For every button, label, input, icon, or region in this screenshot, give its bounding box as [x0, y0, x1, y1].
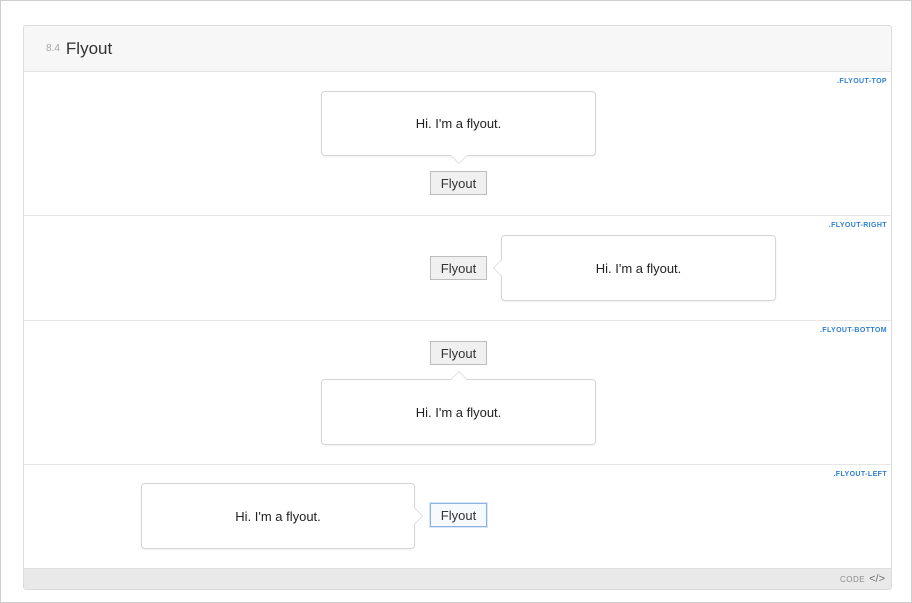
flyout-bubble: Hi. I'm a flyout.	[321, 371, 596, 445]
class-tag: .FLYOUT-TOP	[837, 78, 887, 85]
example-flyout-right: .FLYOUT-RIGHT Flyout Hi. I'm a flyout.	[24, 216, 891, 321]
code-label: CODE	[839, 574, 866, 584]
flyout-bubble: Hi. I'm a flyout.	[321, 91, 596, 164]
flyout-button[interactable]: Flyout	[430, 341, 487, 365]
flyout-text: Hi. I'm a flyout.	[595, 260, 682, 276]
section-number: 8.4	[46, 43, 60, 54]
flyout-bubble: Hi. I'm a flyout.	[493, 235, 776, 301]
class-tag: .FLYOUT-RIGHT	[828, 222, 887, 229]
example-flyout-top: .FLYOUT-TOP Hi. I'm a flyout. Flyout	[24, 72, 891, 216]
example-flyout-bottom: .FLYOUT-BOTTOM Flyout Hi. I'm a flyout.	[24, 321, 891, 465]
flyout-bubble: Hi. I'm a flyout.	[141, 483, 423, 549]
code-icon: </>	[869, 573, 885, 585]
class-tag: .FLYOUT-LEFT	[833, 471, 887, 478]
flyout-button[interactable]: Flyout	[430, 171, 487, 195]
view-code-button[interactable]: CODE </>	[840, 573, 885, 585]
flyout-text: Hi. I'm a flyout.	[415, 116, 502, 131]
flyout-text: Hi. I'm a flyout.	[235, 508, 321, 524]
flyout-panel: 8.4 Flyout .FLYOUT-TOP Hi. I'm a flyout.…	[23, 25, 892, 590]
example-flyout-left: .FLYOUT-LEFT Hi. I'm a flyout. Flyout	[24, 465, 891, 567]
panel-header: 8.4 Flyout	[24, 26, 891, 72]
panel-footer: CODE </>	[24, 568, 891, 589]
flyout-button[interactable]: Flyout	[430, 256, 487, 280]
class-tag: .FLYOUT-BOTTOM	[819, 327, 887, 334]
page-title: Flyout	[65, 38, 113, 58]
flyout-text: Hi. I'm a flyout.	[415, 404, 502, 420]
flyout-button[interactable]: Flyout	[430, 503, 487, 527]
window-frame: 8.4 Flyout .FLYOUT-TOP Hi. I'm a flyout.…	[0, 0, 912, 603]
